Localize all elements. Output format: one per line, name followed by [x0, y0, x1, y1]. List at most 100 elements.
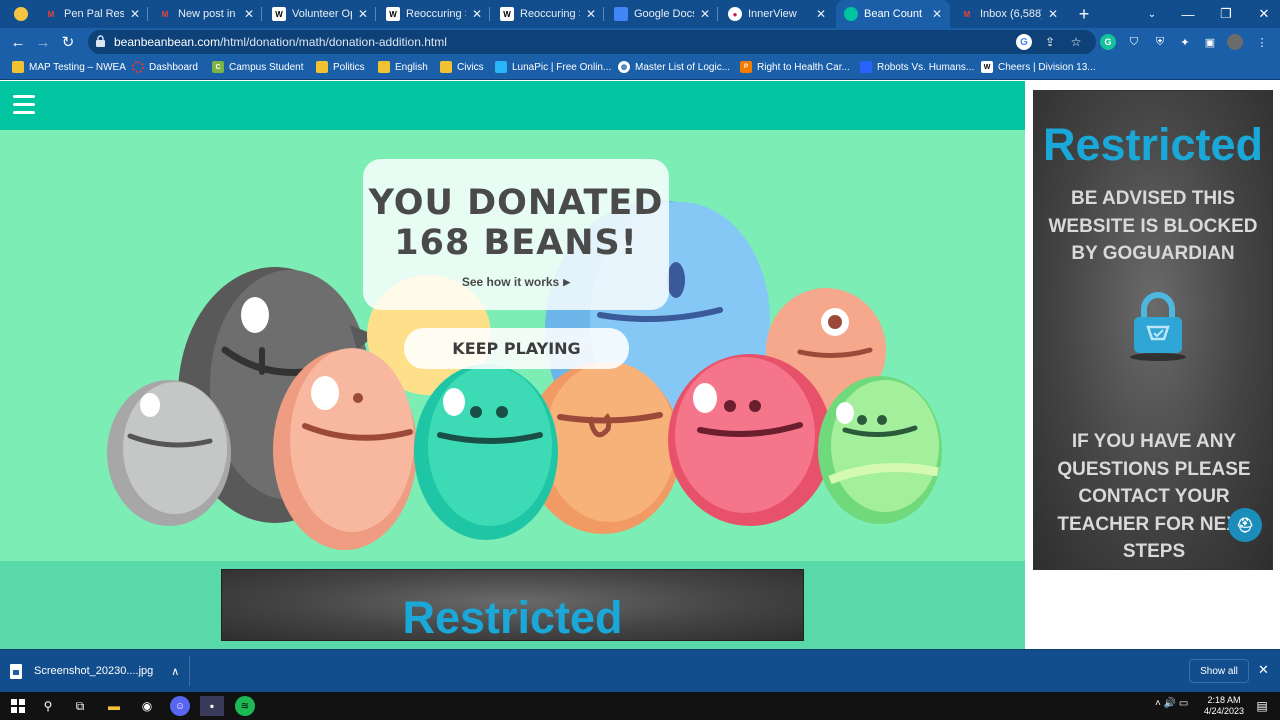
- bookmark-item[interactable]: P Right to Health Car...: [740, 61, 850, 73]
- tab-4[interactable]: W Reoccuring Ser ✕: [378, 0, 490, 28]
- forward-arrow-icon[interactable]: →: [33, 32, 53, 52]
- menu-kebab-icon[interactable]: ⋮: [1254, 34, 1270, 50]
- tab-title: Volunteer Opp: [292, 8, 352, 20]
- url-text[interactable]: beanbeanbean.com/html/donation/math/dona…: [114, 35, 447, 49]
- reload-icon[interactable]: ↻: [58, 32, 78, 52]
- tab-3[interactable]: W Volunteer Opp ✕: [264, 0, 376, 28]
- bookmark-label: Cheers | Division 13...: [998, 61, 1096, 73]
- windows-start-icon[interactable]: [8, 696, 28, 716]
- show-all-button[interactable]: Show all: [1189, 659, 1249, 683]
- new-tab-button[interactable]: +: [1066, 0, 1102, 28]
- close-icon[interactable]: ✕: [244, 7, 254, 21]
- extensions-puzzle-icon[interactable]: ✦: [1177, 34, 1193, 50]
- close-window-button[interactable]: ✕: [1246, 0, 1280, 28]
- circle-icon: [14, 7, 28, 21]
- close-icon[interactable]: ✕: [586, 7, 596, 21]
- tab-title: InnerView: [748, 8, 797, 20]
- restore-button[interactable]: ❐: [1208, 0, 1244, 28]
- close-icon[interactable]: ✕: [700, 7, 710, 21]
- spotify-icon[interactable]: ≋: [235, 696, 255, 716]
- bookmark-label: Master List of Logic...: [635, 61, 731, 73]
- bookmark-label: Right to Health Car...: [757, 61, 850, 73]
- folder-icon: [440, 61, 452, 73]
- omnibox[interactable]: beanbeanbean.com/html/donation/math/dona…: [88, 30, 1096, 54]
- bean-icon: [844, 7, 858, 21]
- download-item[interactable]: Screenshot_20230....jpg ∧: [10, 656, 179, 686]
- bookmark-item[interactable]: LunaPic | Free Onlin...: [495, 61, 611, 73]
- windows-taskbar: ⚲ ⧉ ▬ ◉ ☺ ▪ ≋ ˄ 🔊 ▭ 2:18 AM 4/24/2023 ▤: [0, 692, 1280, 720]
- search-icon[interactable]: ⚲: [38, 696, 58, 716]
- back-arrow-icon[interactable]: ←: [8, 32, 28, 52]
- shield-check-icon[interactable]: ⛨: [1152, 34, 1168, 50]
- bookmark-item[interactable]: C Campus Student: [212, 61, 304, 73]
- profile-avatar[interactable]: [1227, 34, 1243, 50]
- obs-icon[interactable]: ◉: [137, 696, 157, 716]
- tab-search-icon[interactable]: ⌄: [1134, 0, 1170, 28]
- bookmark-label: Campus Student: [229, 61, 304, 73]
- minimize-button[interactable]: —: [1170, 0, 1206, 28]
- blocked-advisory-text: BE ADVISED THIS WEBSITE IS BLOCKED BY GO…: [1048, 188, 1258, 264]
- close-icon[interactable]: ✕: [1258, 662, 1269, 678]
- bookmark-item[interactable]: Politics: [316, 61, 365, 73]
- bookmark-item[interactable]: MAP Testing – NWEA: [12, 61, 126, 73]
- chevron-up-icon[interactable]: ∧: [171, 665, 179, 678]
- download-filename: Screenshot_20230....jpg: [34, 665, 154, 677]
- bookmark-item[interactable]: Dashboard: [132, 61, 198, 73]
- close-icon[interactable]: ✕: [358, 7, 368, 21]
- site-header: [0, 81, 1025, 130]
- system-tray[interactable]: ˄ 🔊 ▭: [1155, 698, 1188, 709]
- google-lens-icon[interactable]: G: [1016, 34, 1032, 50]
- file-explorer-icon[interactable]: ▬: [104, 696, 124, 716]
- donation-heading-line2: 168 BEANS!: [394, 223, 638, 263]
- notification-icon[interactable]: ▤: [1252, 696, 1272, 716]
- download-bar: Screenshot_20230....jpg ∧ Show all ✕: [0, 649, 1280, 692]
- side-panel-icon[interactable]: ▣: [1202, 34, 1218, 50]
- tab-7[interactable]: ● InnerView ✕: [720, 0, 834, 28]
- tab-5[interactable]: W Reoccuring Ser ✕: [492, 0, 604, 28]
- tab-8-active[interactable]: Bean Count ✕: [836, 0, 950, 28]
- bookmark-label: Dashboard: [149, 61, 198, 73]
- task-view-icon[interactable]: ⧉: [70, 696, 90, 716]
- share-icon[interactable]: ⇪: [1042, 34, 1058, 50]
- shield-icon[interactable]: ⛉: [1126, 34, 1142, 50]
- discord-icon[interactable]: ☺: [170, 696, 190, 716]
- tab-strip: M Pen Pal Respon ✕ M New post in N ✕ W V…: [0, 0, 1280, 28]
- close-icon[interactable]: ✕: [1048, 7, 1058, 21]
- tab-9[interactable]: M Inbox (6,588) ✕: [952, 0, 1066, 28]
- hamburger-menu-icon[interactable]: [13, 95, 35, 115]
- url-host: beanbeanbean.com: [114, 35, 221, 49]
- contact-teacher-text: IF YOU HAVE ANY QUESTIONS PLEASE CONTACT…: [1057, 431, 1251, 562]
- innerview-icon: ●: [728, 7, 742, 21]
- bookmark-item[interactable]: W Cheers | Division 13...: [981, 61, 1096, 73]
- globe-icon: ◍: [618, 61, 630, 73]
- tab-6[interactable]: Google Docs ✕: [606, 0, 718, 28]
- keep-playing-button[interactable]: KEEP PLAYING: [404, 328, 629, 369]
- clock[interactable]: 2:18 AM 4/24/2023: [1200, 695, 1248, 717]
- bookmark-item[interactable]: English: [378, 61, 428, 73]
- grammarly-icon[interactable]: G: [1100, 34, 1116, 50]
- donation-heading-line1: YOU DONATED: [368, 183, 664, 223]
- tab-title: Reoccuring Ser: [520, 8, 580, 20]
- close-icon[interactable]: ✕: [932, 7, 942, 21]
- close-icon[interactable]: ✕: [130, 7, 140, 21]
- restricted-title: Restricted: [1042, 119, 1264, 170]
- tab-2[interactable]: M New post in N ✕: [150, 0, 262, 28]
- tab-1[interactable]: M Pen Pal Respon ✕: [36, 0, 148, 28]
- blue-icon: [860, 61, 872, 73]
- game-area: YOU DONATED 168 BEANS! See how it works …: [0, 130, 1025, 561]
- close-icon[interactable]: ✕: [816, 7, 826, 21]
- close-icon[interactable]: ✕: [472, 7, 482, 21]
- help-accessibility-button[interactable]: ⛑: [1228, 508, 1262, 542]
- bookmark-item[interactable]: ◍ Master List of Logic...: [618, 61, 730, 73]
- app-icon[interactable]: ▪: [200, 696, 224, 716]
- see-how-it-works-link[interactable]: See how it works ▶: [462, 275, 570, 289]
- bookmark-item[interactable]: Robots Vs. Humans...: [860, 61, 974, 73]
- docs-icon: [614, 7, 628, 21]
- wix-icon: W: [386, 7, 400, 21]
- see-how-it-works-label: See how it works: [461, 275, 560, 289]
- bookmark-star-icon[interactable]: ☆: [1068, 34, 1084, 50]
- tab-0[interactable]: [6, 0, 34, 28]
- bookmark-label: Robots Vs. Humans...: [877, 61, 975, 73]
- bookmark-item[interactable]: Civics: [440, 61, 484, 73]
- wix-icon: W: [272, 7, 286, 21]
